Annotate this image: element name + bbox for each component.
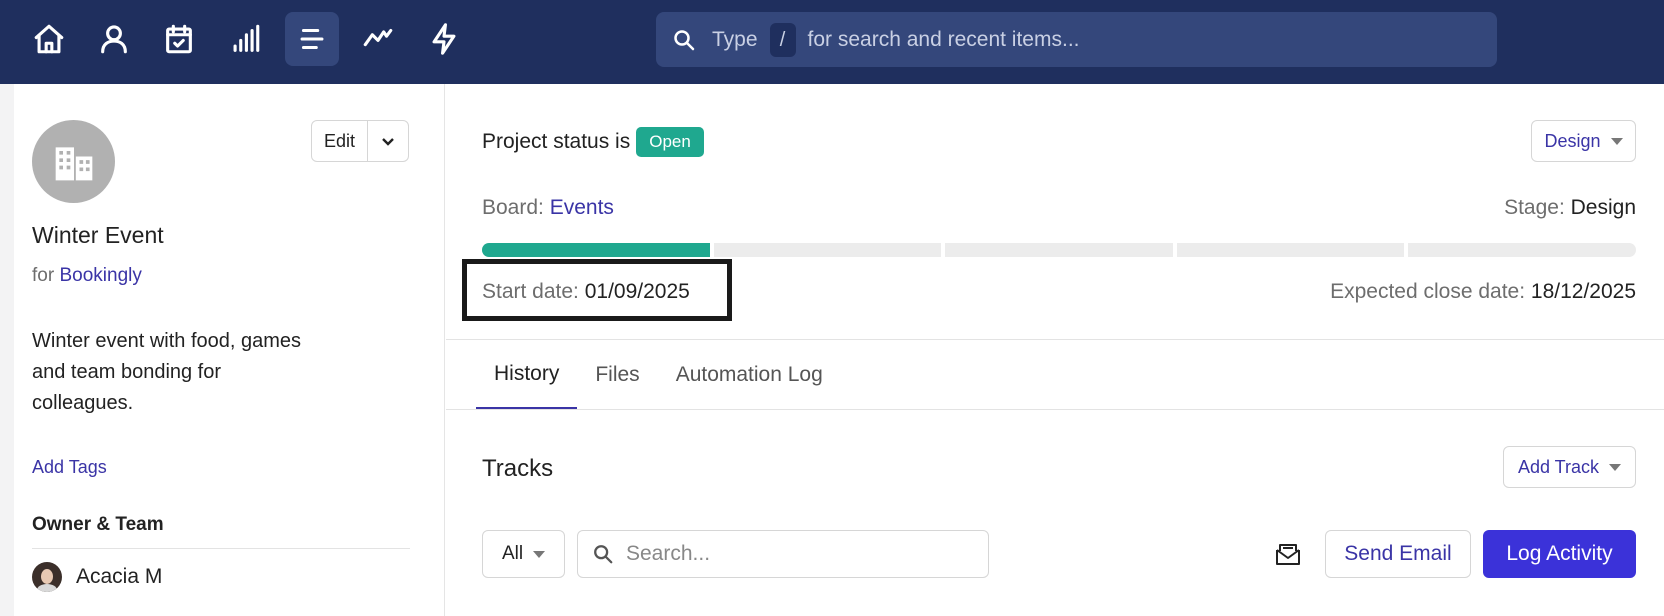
progress-segment bbox=[1408, 243, 1636, 257]
start-date-value: 01/09/2025 bbox=[584, 280, 690, 303]
board-link[interactable]: Events bbox=[550, 196, 614, 219]
stage-dropdown[interactable]: Design bbox=[1531, 120, 1636, 162]
owner-team-heading: Owner & Team bbox=[32, 514, 164, 535]
stage-progress-bar bbox=[482, 243, 1636, 257]
log-activity-button[interactable]: Log Activity bbox=[1483, 530, 1636, 578]
stage-dropdown-label: Design bbox=[1544, 130, 1601, 151]
record-title: Winter Event bbox=[32, 222, 164, 248]
progress-segment bbox=[945, 243, 1173, 257]
divider bbox=[32, 548, 410, 549]
tab-automation-log[interactable]: Automation Log bbox=[658, 340, 841, 410]
owner-name: Acacia M bbox=[76, 565, 163, 588]
add-tags-link[interactable]: Add Tags bbox=[32, 457, 107, 478]
home-icon[interactable] bbox=[22, 12, 76, 66]
status-badge: Open bbox=[636, 127, 704, 157]
lightning-icon[interactable] bbox=[417, 12, 471, 66]
search-icon bbox=[672, 28, 696, 52]
email-icon[interactable] bbox=[1274, 541, 1302, 567]
board-info: Board: Events bbox=[482, 196, 614, 220]
track-filter-value: All bbox=[501, 543, 524, 564]
progress-segment bbox=[713, 243, 942, 257]
track-search-placeholder: Search... bbox=[626, 542, 711, 565]
for-label: for bbox=[32, 265, 55, 286]
divider bbox=[446, 409, 1664, 410]
company-line: for Bookingly bbox=[32, 265, 142, 287]
bar-chart-icon[interactable] bbox=[218, 12, 272, 66]
user-icon[interactable] bbox=[87, 12, 141, 66]
edit-button-group: Edit bbox=[311, 120, 409, 162]
stage-value: Design bbox=[1570, 196, 1636, 219]
start-date: Start date: 01/09/2025 bbox=[482, 280, 690, 304]
add-track-label: Add Track bbox=[1517, 456, 1600, 477]
add-track-button[interactable]: Add Track bbox=[1503, 446, 1636, 488]
record-description: Winter event with food, games and team b… bbox=[32, 330, 302, 414]
board-label: Board: bbox=[482, 196, 544, 219]
edit-button[interactable]: Edit bbox=[312, 121, 368, 161]
caret-down-icon bbox=[1610, 137, 1623, 145]
close-date-label: Expected close date: bbox=[1330, 280, 1526, 303]
tab-files[interactable]: Files bbox=[577, 340, 657, 410]
top-nav: Type / for search and recent items... bbox=[0, 0, 1664, 84]
status-prefix: Project status is bbox=[482, 130, 631, 153]
start-date-label: Start date: bbox=[482, 280, 579, 303]
chevron-down-icon bbox=[382, 138, 394, 146]
calendar-icon[interactable] bbox=[152, 12, 206, 66]
search-shortcut-key: / bbox=[769, 22, 796, 57]
avatar bbox=[32, 562, 62, 592]
edit-dropdown-button[interactable] bbox=[368, 121, 408, 161]
progress-segment bbox=[482, 243, 710, 257]
stage-info: Stage: Design bbox=[1504, 196, 1636, 220]
track-filter-select[interactable]: All bbox=[482, 530, 565, 578]
project-status: Project status is Open bbox=[482, 127, 704, 157]
company-link[interactable]: Bookingly bbox=[59, 265, 141, 286]
tracks-heading: Tracks bbox=[482, 455, 554, 482]
tab-bar: History Files Automation Log bbox=[476, 340, 841, 410]
global-search[interactable]: Type / for search and recent items... bbox=[656, 12, 1497, 67]
stage-label: Stage: bbox=[1504, 196, 1565, 219]
track-search-input[interactable]: Search... bbox=[577, 530, 989, 578]
search-icon bbox=[592, 543, 614, 565]
building-icon bbox=[55, 146, 92, 180]
search-hint: for search and recent items... bbox=[807, 27, 1080, 51]
list-icon[interactable] bbox=[285, 12, 339, 66]
progress-segment bbox=[1176, 243, 1405, 257]
left-gutter bbox=[0, 84, 14, 616]
expected-close-date: Expected close date: 18/12/2025 bbox=[1330, 280, 1636, 304]
tab-history[interactable]: History bbox=[476, 340, 578, 410]
company-avatar bbox=[32, 120, 115, 203]
close-date-value: 18/12/2025 bbox=[1530, 280, 1636, 303]
trend-icon[interactable] bbox=[351, 12, 405, 66]
owner-row[interactable]: Acacia M bbox=[32, 562, 162, 592]
search-prefix: Type bbox=[712, 27, 758, 51]
caret-down-icon bbox=[533, 550, 546, 558]
caret-down-icon bbox=[1609, 463, 1622, 471]
send-email-button[interactable]: Send Email bbox=[1325, 530, 1471, 578]
